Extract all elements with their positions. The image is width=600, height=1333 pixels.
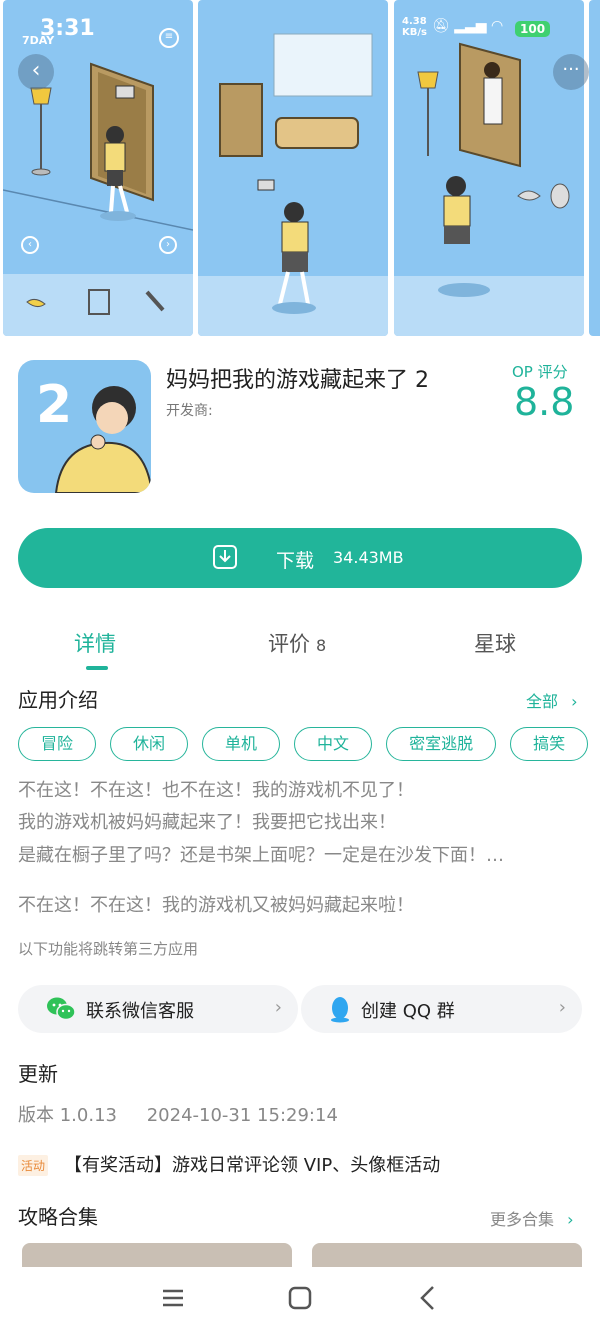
chevron-right-icon: ›: [567, 1210, 574, 1229]
download-icon: [213, 545, 237, 569]
tag-funny[interactable]: 搞笑: [510, 727, 589, 761]
more-icon: ···: [562, 59, 580, 80]
status-day-badge: 7DAY: [22, 34, 55, 47]
more-guides-link[interactable]: 更多合集 ›: [490, 1206, 574, 1230]
wechat-icon: [47, 997, 76, 1021]
back-nav-button[interactable]: [413, 1283, 443, 1313]
app-icon: 2: [18, 360, 151, 493]
tag-list: 冒险 休闲 单机 中文 密室逃脱 搞笑: [18, 727, 600, 761]
screenshot-2[interactable]: [198, 0, 388, 336]
screenshot-3[interactable]: [394, 0, 584, 336]
tab-indicator: [86, 666, 108, 670]
intro-title: 应用介绍: [18, 688, 98, 712]
developer-label[interactable]: 开发商:: [166, 400, 213, 420]
network-speed: 4.38 KB/s: [402, 16, 427, 38]
next-item-icon: ›: [159, 236, 177, 254]
download-label: 下载: [276, 550, 315, 572]
tag-single-player[interactable]: 单机: [202, 727, 281, 761]
chevron-right-icon: ›: [274, 997, 282, 1018]
tab-reviews[interactable]: 评价 8: [268, 628, 326, 658]
screenshot-3-art: [394, 42, 584, 336]
guides-title: 攻略合集: [18, 1205, 98, 1229]
battery-badge: 100: [515, 21, 551, 37]
download-button[interactable]: 下载 34.43MB: [18, 528, 582, 588]
description-line: 不在这！不在这！我的游戏机又被妈妈藏起来啦！: [18, 895, 414, 916]
app-title: 妈妈把我的游戏藏起来了 2: [166, 368, 429, 393]
mute-icon: 🔕︎: [432, 18, 450, 34]
activity-link[interactable]: 【有奖活动】游戏日常评论领 VIP、头像框活动: [64, 1151, 440, 1177]
tag-chinese[interactable]: 中文: [294, 727, 373, 761]
tab-details[interactable]: 详情: [74, 628, 116, 658]
description-line: 不在这！不在这！也不在这！我的游戏机不见了！: [18, 780, 414, 801]
screenshot-4-peek[interactable]: [589, 0, 600, 336]
tab-planet[interactable]: 星球: [474, 628, 516, 658]
intro-all-link[interactable]: 全部 ›: [526, 688, 578, 712]
tag-casual[interactable]: 休闲: [110, 727, 189, 761]
create-qq-group-label: 创建 QQ 群: [361, 1001, 455, 1022]
rating-value: 8.8: [514, 380, 575, 424]
tab-planet-label: 星球: [474, 632, 516, 656]
prev-item-icon: ‹: [21, 236, 39, 254]
qq-icon: [331, 997, 349, 1023]
download-size: 34.43MB: [333, 548, 404, 567]
version-info: 版本 1.0.13 2024-10-31 15:29:14: [18, 1101, 338, 1127]
tag-adventure[interactable]: 冒险: [18, 727, 97, 761]
system-nav-bar: [0, 1267, 600, 1333]
network-speed-unit: KB/s: [402, 27, 427, 38]
screenshot-2-art: [198, 33, 388, 336]
app-icon-number: 2: [36, 375, 72, 435]
rating-label: OP 评分: [512, 363, 568, 381]
status-icons: 🔕︎ ▂▃▅ ◠: [432, 18, 503, 34]
update-date: 2024-10-31 15:29:14: [146, 1105, 338, 1126]
version-number: 版本 1.0.13: [18, 1105, 117, 1126]
tab-reviews-count: 8: [316, 636, 327, 655]
home-nav-button[interactable]: [285, 1283, 315, 1313]
more-button[interactable]: ···: [553, 54, 589, 90]
screenshot-carousel[interactable]: ‹ › ≡ 3:31 7DAY 4.38 KB/s 🔕︎ ▂▃▅ ◠ 100 ‹…: [0, 0, 600, 338]
chevron-left-icon: ‹: [31, 58, 41, 83]
description-line: 我的游戏机被妈妈藏起来了！我要把它找出来！: [18, 812, 396, 833]
chevron-right-icon: ›: [571, 692, 578, 711]
tag-escape-room[interactable]: 密室逃脱: [386, 727, 497, 761]
description-line: 是藏在橱子里了吗？还是书架上面呢？一定是在沙发下面！…: [18, 845, 504, 866]
more-guides-label: 更多合集: [490, 1210, 555, 1229]
menu-icon: ≡: [159, 28, 179, 48]
menu-nav-button[interactable]: [158, 1283, 188, 1313]
wechat-service-button[interactable]: 联系微信客服 ›: [18, 985, 298, 1033]
wifi-icon: ◠: [491, 18, 504, 34]
intro-all-label: 全部: [526, 692, 559, 711]
wechat-service-label: 联系微信客服: [86, 1001, 194, 1022]
floor-strip: [3, 274, 193, 336]
signal-icon: ▂▃▅: [454, 18, 487, 34]
activity-badge: 活动: [18, 1155, 49, 1176]
tab-reviews-label: 评价: [268, 632, 310, 656]
tab-details-label: 详情: [74, 632, 116, 656]
screenshot-1[interactable]: ‹ › ≡: [3, 0, 193, 336]
update-title: 更新: [18, 1062, 58, 1086]
network-speed-value: 4.38: [402, 16, 427, 27]
third-party-note: 以下功能将跳转第三方应用: [18, 940, 199, 958]
chevron-right-icon: ›: [558, 997, 566, 1018]
create-qq-group-button[interactable]: 创建 QQ 群 ›: [301, 985, 582, 1033]
back-button[interactable]: ‹: [18, 54, 54, 90]
